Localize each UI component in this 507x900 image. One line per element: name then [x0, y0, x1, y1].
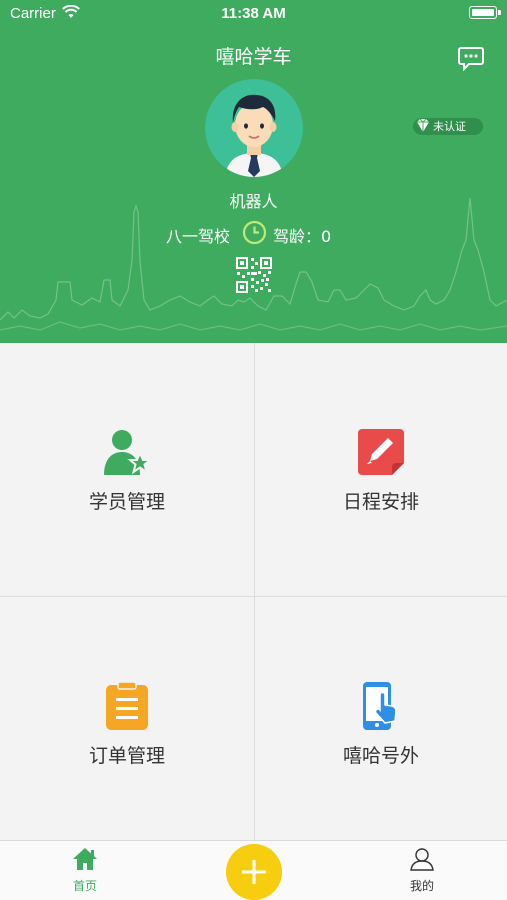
- menu-grid: 学员管理 日程安排 订单管理 嘻哈号外: [0, 343, 507, 840]
- menu-label-schedule: 日程安排: [342, 491, 419, 513]
- avatar[interactable]: [205, 79, 303, 177]
- school-info-row: 八一驾校 驾龄：0: [0, 220, 507, 246]
- menu-item-students[interactable]: 学员管理: [0, 343, 254, 591]
- tab-mine-label: 我的: [409, 879, 434, 893]
- status-bar: Carrier 11:38 AM: [0, 0, 507, 28]
- menu-label-news: 嘻哈号外: [342, 745, 419, 767]
- tab-mine[interactable]: 我的: [382, 847, 462, 894]
- menu-item-orders[interactable]: 订单管理: [0, 597, 254, 845]
- certification-label: 未认证: [433, 120, 466, 133]
- battery-icon: [469, 6, 501, 19]
- chat-icon[interactable]: [457, 44, 485, 72]
- qr-code-icon[interactable]: [236, 257, 272, 293]
- school-name: 八一驾校: [166, 227, 231, 246]
- user-name: 机器人: [229, 192, 278, 211]
- page-title: 嘻哈学车: [215, 46, 292, 68]
- student-star-icon: [104, 430, 152, 475]
- plus-icon: [242, 860, 266, 884]
- diamond-icon: [417, 118, 429, 132]
- profile-header: Carrier 11:38 AM 嘻哈学车 未认证 机器人 八一驾校 驾龄：0: [0, 0, 507, 343]
- certification-badge[interactable]: 未认证: [413, 118, 483, 135]
- menu-item-schedule[interactable]: 日程安排: [254, 343, 507, 591]
- driving-age: 驾龄：0: [273, 227, 332, 246]
- phone-tap-icon: [363, 682, 397, 730]
- menu-item-news[interactable]: 嘻哈号外: [254, 597, 507, 845]
- status-time: 11:38 AM: [221, 5, 286, 22]
- clock-icon: [242, 220, 267, 245]
- menu-label-students: 学员管理: [88, 491, 165, 513]
- add-button[interactable]: [226, 844, 282, 900]
- tab-bar: 首页 我的: [0, 840, 507, 900]
- edit-note-icon: [358, 429, 404, 475]
- menu-label-orders: 订单管理: [88, 745, 165, 767]
- home-icon: [73, 848, 97, 870]
- user-icon: [410, 848, 434, 871]
- clipboard-icon: [106, 681, 148, 730]
- tab-home[interactable]: 首页: [45, 847, 125, 894]
- tab-home-label: 首页: [72, 879, 97, 893]
